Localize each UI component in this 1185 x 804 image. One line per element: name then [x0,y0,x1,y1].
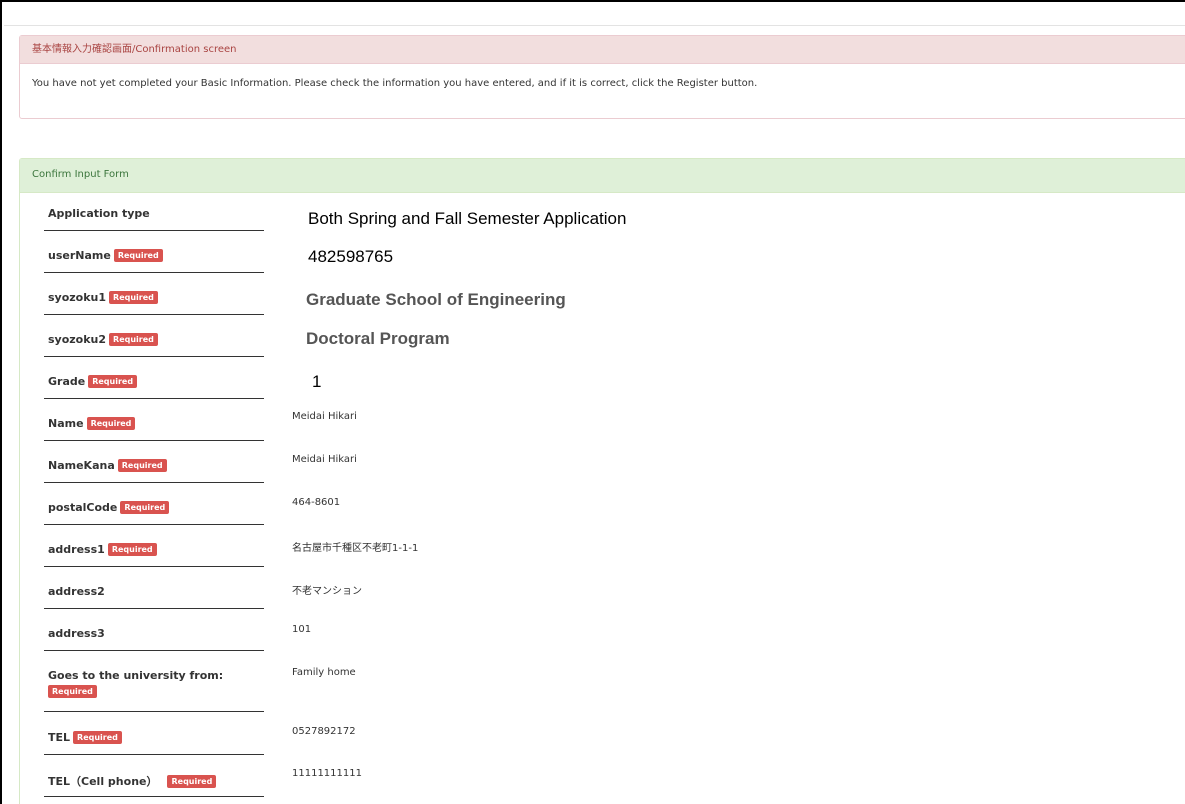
field-label-text: Application type [48,207,150,220]
field-label-text: userName [48,249,111,262]
field-value-postalcode: 464-8601 [292,497,341,508]
required-badge: Required [113,249,163,262]
required-badge: Required [167,775,217,788]
field-value-syozoku1: Graduate School of Engineering [306,290,566,309]
field-value-address2: 不老マンション [292,586,362,597]
field-label-address1: address1 Required [44,543,264,567]
field-label-text: address1 [48,543,105,556]
confirm-input-form-title: Confirm Input Form [20,159,1185,193]
field-value-name: Meidai Hikari [292,411,357,422]
field-label-text: TEL（Cell phone） [48,775,158,788]
field-label-text: TEL [48,731,71,744]
field-label-postalcode: postalCode Required [44,501,264,525]
field-value-tel-cell: 11111111111 [292,768,362,779]
confirmation-notice-panel: 基本情報入力確認画面/Confirmation screen You have … [19,35,1185,119]
field-value-goes-from: Family home [292,667,356,678]
required-badge: Required [73,731,122,744]
field-value-syozoku2: Doctoral Program [306,329,450,348]
field-value-username: 482598765 [308,247,394,266]
field-label-namekana: NameKana Required [44,459,264,483]
required-badge: Required [48,685,97,698]
required-badge: Required [120,501,170,514]
page-frame: 基本情報入力確認画面/Confirmation screen You have … [0,0,1185,804]
field-label-text: Grade [48,375,86,388]
field-value-address3: 101 [292,624,312,635]
field-label-text: Goes to the university from: [48,669,224,682]
top-bar [4,4,1185,26]
field-value-address1: 名古屋市千種区不老町1-1-1 [292,543,419,554]
field-label-text: syozoku1 [48,291,107,304]
required-badge: Required [107,543,157,556]
field-label-application-type: Application type [44,207,264,231]
field-label-address3: address3 [44,627,264,651]
field-label-text: postalCode [48,501,118,514]
field-label-text: Name [48,417,84,430]
field-label-text: NameKana [48,459,115,472]
field-value-application-type: Both Spring and Fall Semester Applicatio… [308,209,627,228]
confirmation-notice-message: You have not yet completed your Basic In… [32,78,758,89]
field-label-text: syozoku2 [48,333,107,346]
field-value-grade: 1 [312,372,322,391]
required-badge: Required [109,291,158,304]
field-label-name: Name Required [44,417,264,441]
field-label-username: userName Required [44,249,264,273]
field-label-goes-from: Goes to the university from: Required [44,669,264,712]
field-label-grade: Grade Required [44,375,264,399]
field-label-text: address2 [48,585,105,598]
field-value-tel: 0527892172 [292,726,356,737]
required-badge: Required [88,375,138,388]
field-label-syozoku2: syozoku2 Required [44,333,264,357]
confirmation-notice-title: 基本情報入力確認画面/Confirmation screen [20,36,1185,64]
field-label-syozoku1: syozoku1 Required [44,291,264,315]
required-badge: Required [117,459,167,472]
required-badge: Required [86,417,136,430]
field-label-text: address3 [48,627,105,640]
field-label-tel: TEL Required [44,731,264,755]
field-label-address2: address2 [44,585,264,609]
field-value-namekana: Meidai Hikari [292,454,357,465]
confirm-input-form-panel: Confirm Input Form Application type Both… [19,158,1185,804]
required-badge: Required [109,333,158,346]
field-label-tel-cell: TEL（Cell phone） Required [44,773,264,797]
